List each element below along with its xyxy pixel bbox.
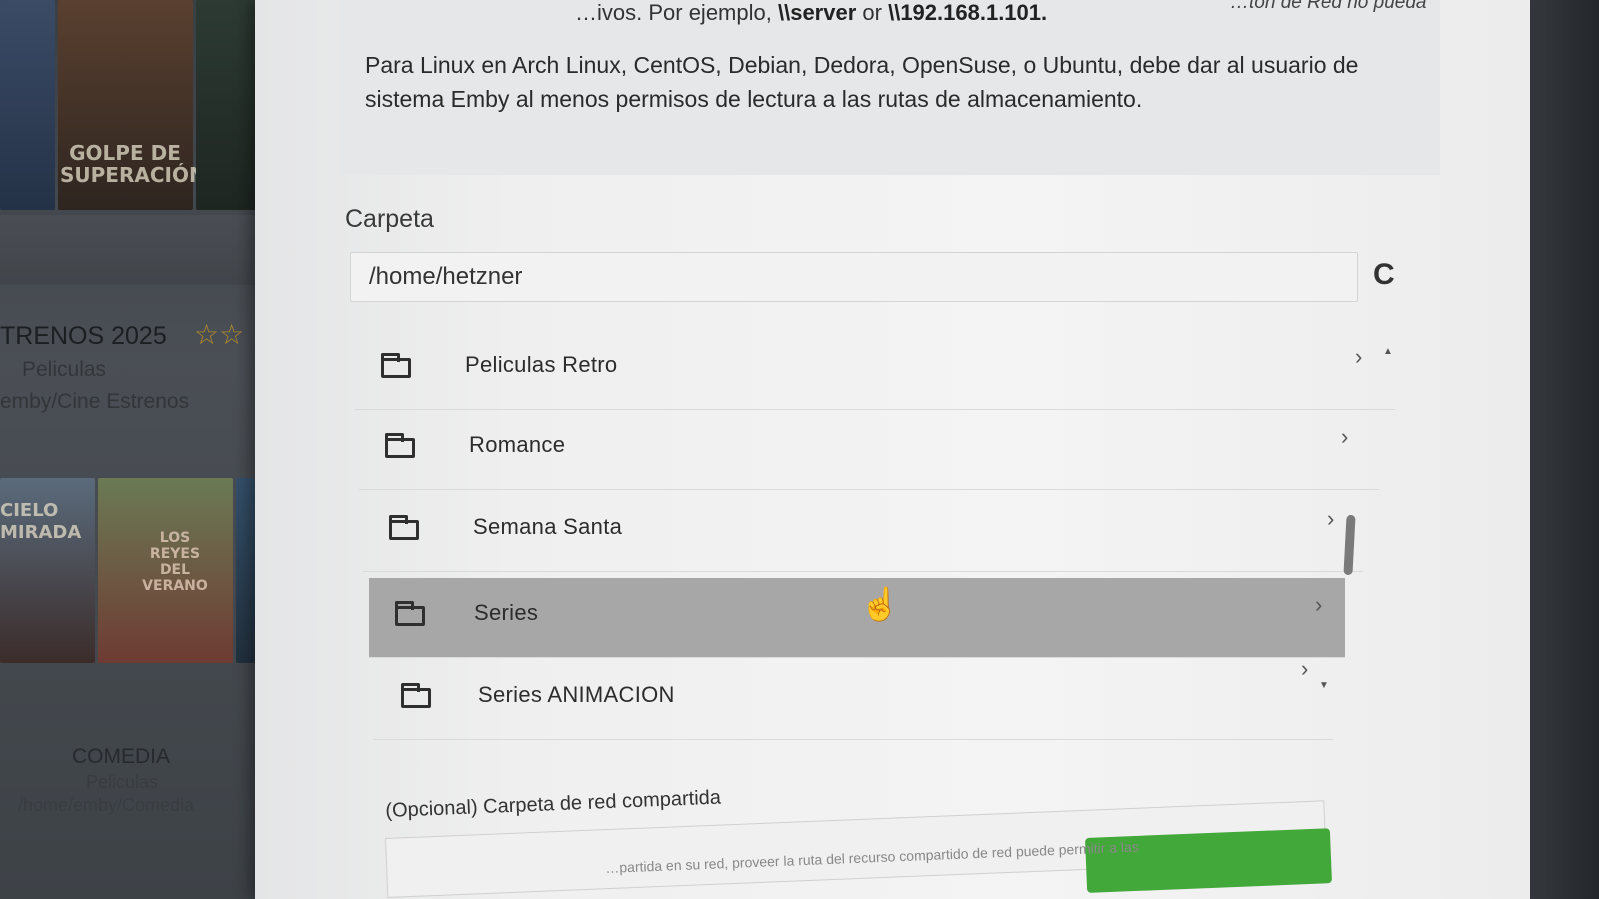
refresh-icon[interactable]: C [1373,258,1395,292]
folder-row-label: Semana Santa [473,514,623,539]
add-library-dialog: …ivos. Por ejemplo, \\server or \\192.16… [255,0,1530,899]
network-example-prefix: …ivos. Por ejemplo, [575,0,772,25]
folder-row-label: Series [474,600,539,625]
folder-list[interactable]: Peliculas Retro › Romance › Semana Santa… [355,340,1400,770]
folder-icon [401,683,431,708]
folder-icon [385,433,415,458]
poster-golpe-title: GOLPE DE SUPERACIÓN [60,141,206,187]
chevron-right-icon: › [1341,424,1349,449]
star-icon: ☆☆ [194,319,245,350]
shared-network-folder-label: (Opcional) Carpeta de red compartida [385,786,722,822]
folder-row-series-animacion[interactable]: Series ANIMACION › [373,656,1333,740]
hand-cursor-icon: ☝ [860,586,900,622]
library-path-estrenos: emby/Cine Estrenos [0,390,190,413]
folder-icon [381,353,411,378]
confirm-button[interactable] [1085,828,1333,893]
library-title-estrenos: TRENOS 2025 [0,322,167,350]
network-example-or: or [862,0,882,25]
network-example-server: \\server [777,0,857,25]
scroll-down-icon[interactable]: ▼ [1319,680,1329,691]
folder-icon [395,601,425,626]
folder-row-label: Series ANIMACION [478,682,675,707]
folder-row-label: Peliculas Retro [465,352,618,377]
network-path-example: …ivos. Por ejemplo, \\server or \\192.16… [575,0,1047,26]
poster-reflection [0,215,260,285]
linux-permissions-note: Para Linux en Arch Linux, CentOS, Debian… [365,52,1359,112]
chevron-right-icon: › [1355,344,1363,369]
library-path-comedia: /home/emby/Comedia [18,795,195,815]
library-type-comedia: Peliculas [86,772,159,792]
folder-row-label: Romance [469,432,566,457]
folder-row-romance[interactable]: Romance › [359,410,1379,490]
folder-row-peliculas-retro[interactable]: Peliculas Retro › [355,340,1395,410]
poster-reyes-title: LOS REYES DEL VERANO [142,530,208,594]
folder-icon [389,515,419,540]
poster-cielo-title: CIELO MIRADA [0,500,82,543]
folder-row-semana-santa[interactable]: Semana Santa › [363,492,1363,572]
folder-row-series[interactable]: Series › [369,578,1345,658]
scroll-up-icon[interactable]: ▲ [1383,346,1393,357]
chevron-right-icon: › [1315,592,1323,617]
poster-tile [0,0,55,210]
chevron-right-icon: › [1327,506,1335,531]
library-type-estrenos: Peliculas [22,358,107,381]
folder-label: Carpeta [345,205,434,233]
network-example-ip: \\192.168.1.101. [888,0,1048,25]
network-note-fragment: …tón de Red no pueda [1230,0,1427,13]
library-title-comedia: COMEDIA [72,745,171,768]
chevron-right-icon: › [1301,656,1309,681]
folder-path-input[interactable] [350,252,1358,302]
